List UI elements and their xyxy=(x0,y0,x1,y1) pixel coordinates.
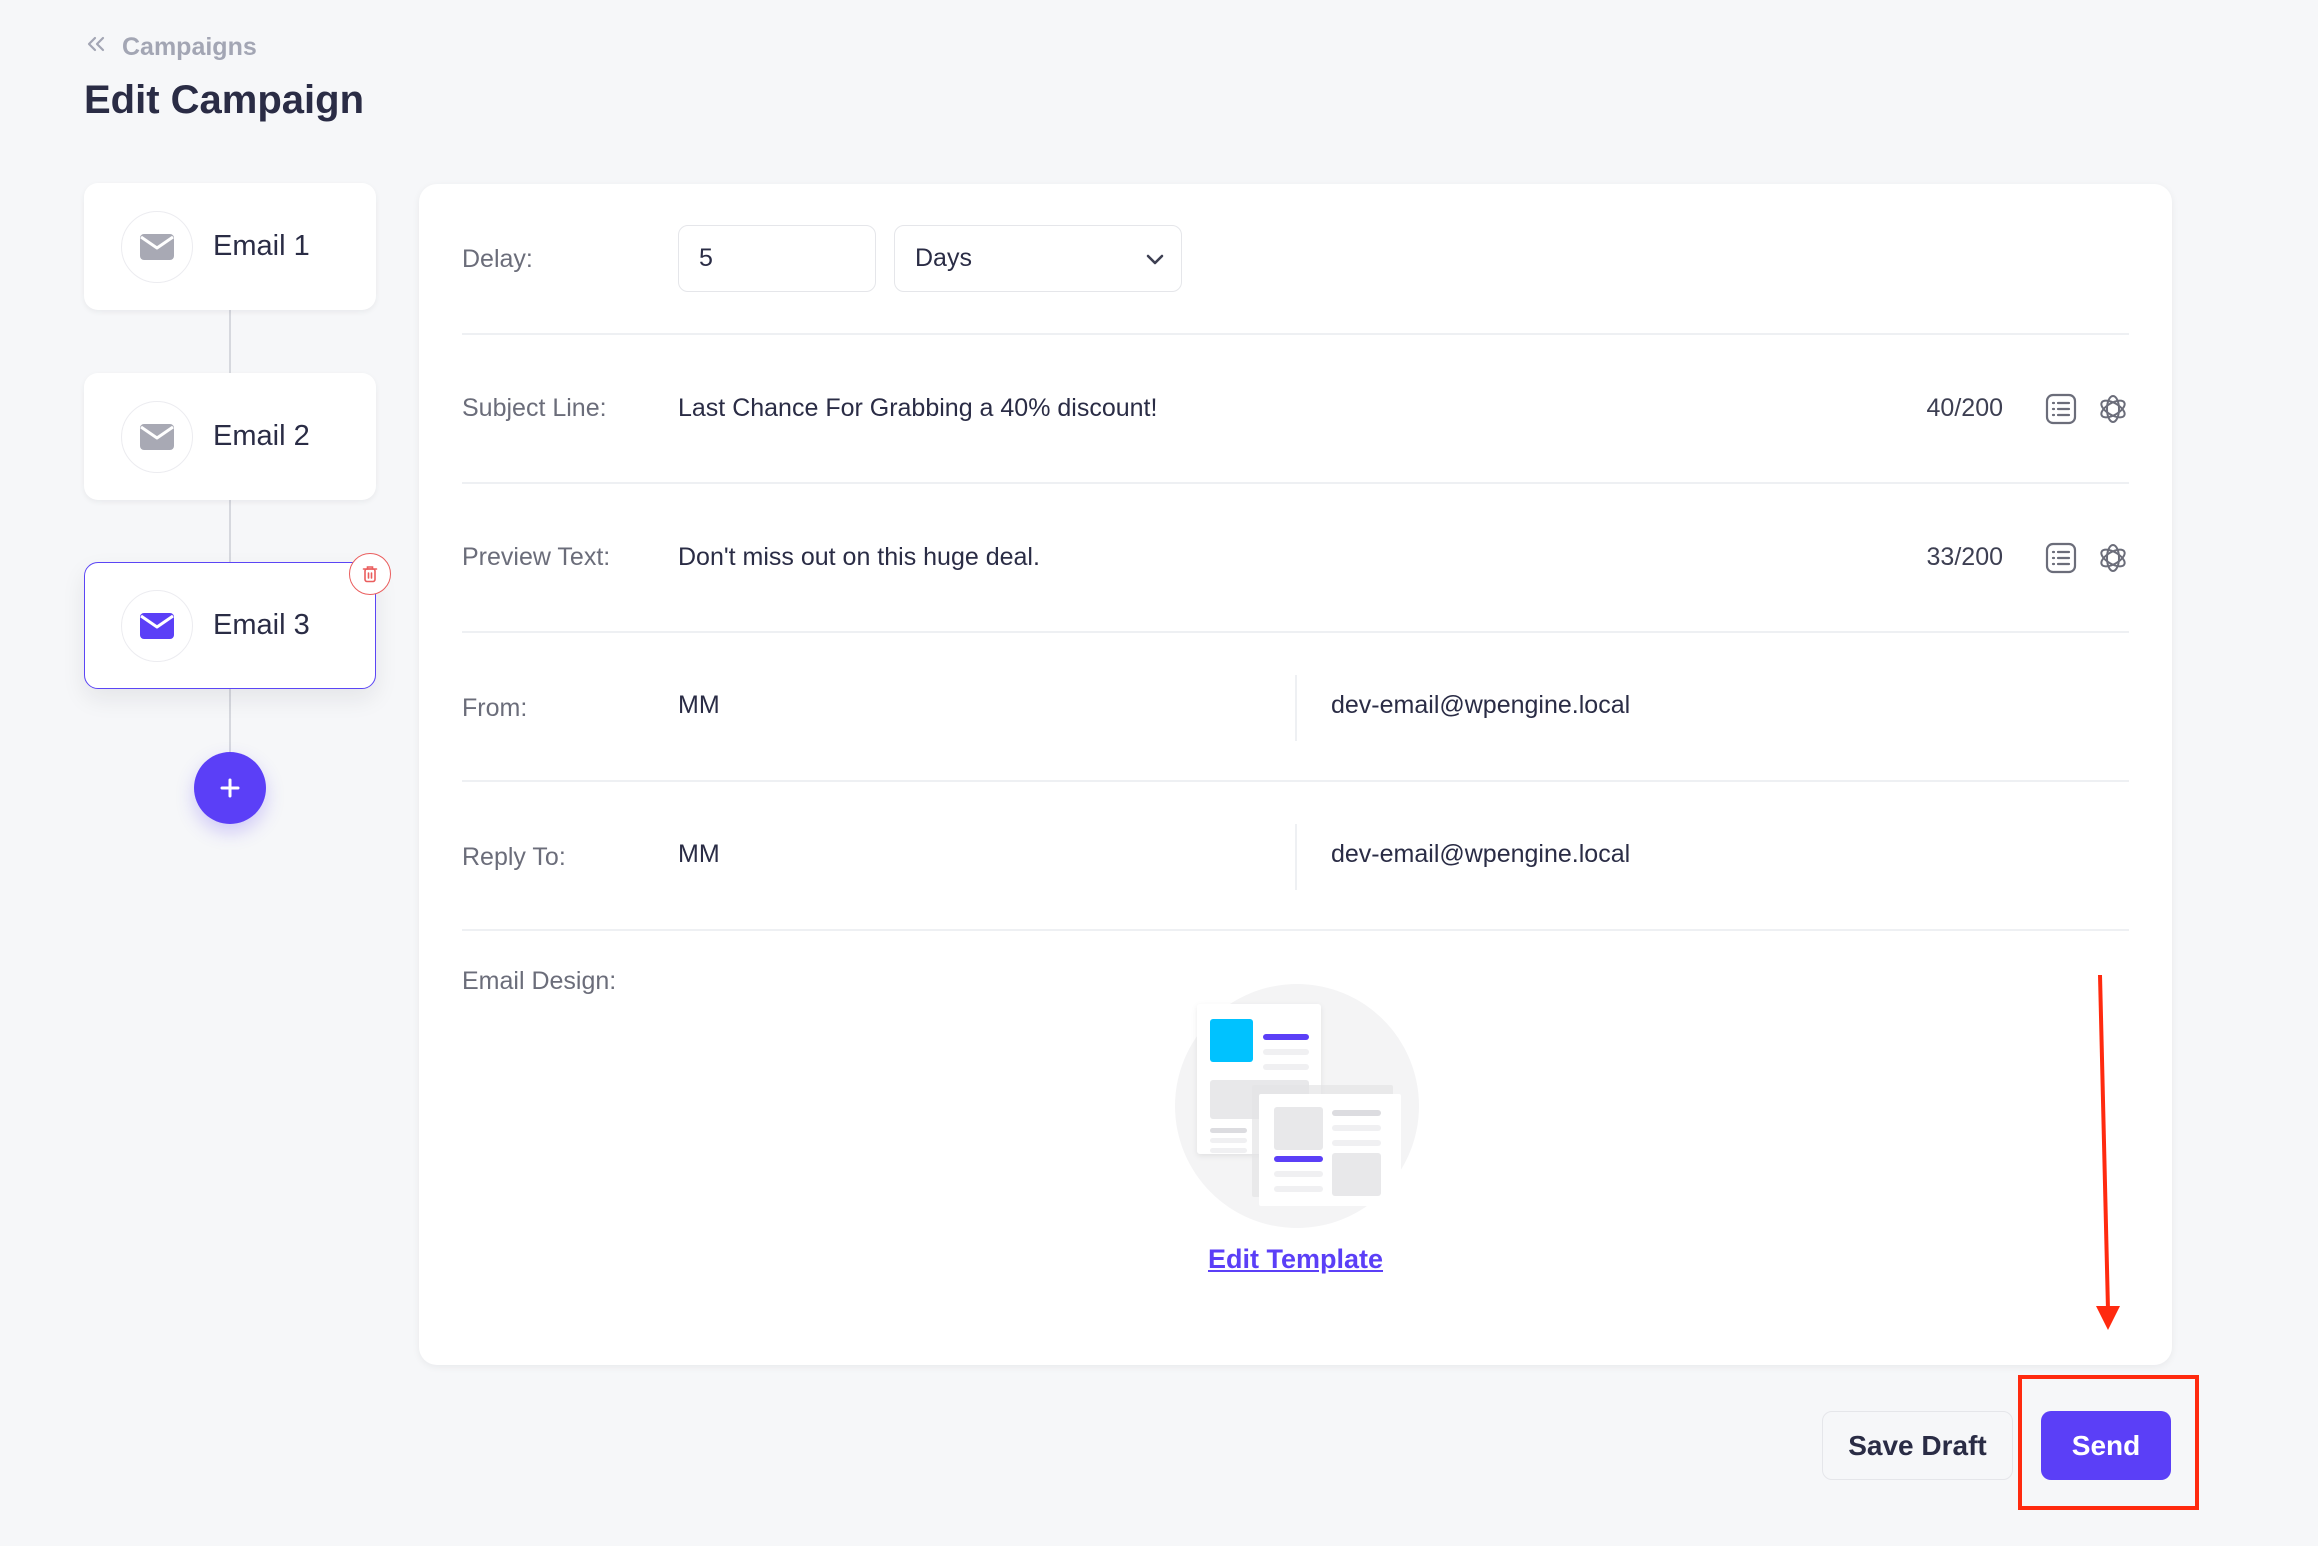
trash-icon xyxy=(362,566,378,583)
email-icon-circle xyxy=(121,589,193,662)
list-icon xyxy=(2045,542,2077,574)
list-icon xyxy=(2045,393,2077,425)
merge-tags-button[interactable] xyxy=(2043,391,2079,427)
plus-icon xyxy=(220,778,240,798)
sequence-email-1[interactable]: Email 1 xyxy=(84,183,376,310)
preview-char-counter: 33/200 xyxy=(1926,543,2003,571)
email-label: Email 1 xyxy=(213,230,310,262)
preview-input[interactable]: Don't miss out on this huge deal. xyxy=(678,543,1040,572)
sequence-connector xyxy=(229,688,231,758)
ai-assist-button[interactable] xyxy=(2095,391,2131,427)
ai-assist-button[interactable] xyxy=(2095,540,2131,576)
sequence-connector xyxy=(229,500,231,565)
subject-row: Subject Line: Last Chance For Grabbing a… xyxy=(462,335,2129,484)
reply-to-label: Reply To: xyxy=(462,843,566,871)
email-settings-card: Delay: Days Subject Line: Last Chance Fo… xyxy=(419,184,2172,1365)
breadcrumb-campaigns-link[interactable]: Campaigns xyxy=(122,33,257,62)
email-design-label: Email Design: xyxy=(462,967,617,995)
ai-sparkle-icon xyxy=(2100,544,2126,572)
envelope-icon xyxy=(140,233,174,260)
edit-template-container: Edit Template xyxy=(419,1244,2172,1275)
from-row: From: MM dev-email@wpengine.local xyxy=(462,633,2129,782)
save-draft-button[interactable]: Save Draft xyxy=(1822,1411,2013,1480)
from-name-input[interactable]: MM xyxy=(678,691,720,720)
add-email-button[interactable] xyxy=(194,752,266,824)
delay-row: Delay: Days xyxy=(462,184,2129,335)
ai-sparkle-icon xyxy=(2100,395,2126,423)
sequence-email-2[interactable]: Email 2 xyxy=(84,373,376,500)
field-divider xyxy=(1295,824,1297,890)
chevron-down-icon xyxy=(1146,254,1164,264)
preview-label: Preview Text: xyxy=(462,543,611,571)
email-icon-circle xyxy=(121,400,193,473)
sequence-connector xyxy=(229,310,231,380)
subject-char-counter: 40/200 xyxy=(1926,394,2003,422)
delay-label: Delay: xyxy=(462,245,533,273)
delay-amount-input[interactable] xyxy=(678,225,876,292)
email-icon-circle xyxy=(121,210,193,283)
email-label: Email 2 xyxy=(213,420,310,452)
template-preview-illustration[interactable] xyxy=(1175,984,1419,1228)
reply-to-row: Reply To: MM dev-email@wpengine.local xyxy=(462,782,2129,931)
double-chevron-left-icon xyxy=(84,32,108,63)
breadcrumb[interactable]: Campaigns xyxy=(84,32,257,63)
from-label: From: xyxy=(462,694,528,722)
reply-to-email-input[interactable]: dev-email@wpengine.local xyxy=(1331,840,1630,869)
subject-label: Subject Line: xyxy=(462,394,607,422)
send-button[interactable]: Send xyxy=(2041,1411,2171,1480)
from-email-input[interactable]: dev-email@wpengine.local xyxy=(1331,691,1630,720)
delay-unit-select[interactable]: Days xyxy=(894,225,1182,292)
subject-input[interactable]: Last Chance For Grabbing a 40% discount! xyxy=(678,394,1157,423)
email-label: Email 3 xyxy=(213,609,310,641)
delay-unit-value: Days xyxy=(915,244,972,272)
merge-tags-button[interactable] xyxy=(2043,540,2079,576)
sequence-email-3[interactable]: Email 3 xyxy=(84,553,391,689)
delete-email-button[interactable] xyxy=(349,553,391,595)
edit-template-link[interactable]: Edit Template xyxy=(1208,1244,1383,1274)
page-title: Edit Campaign xyxy=(84,78,365,122)
preview-row: Preview Text: Don't miss out on this hug… xyxy=(462,484,2129,633)
field-divider xyxy=(1295,675,1297,741)
reply-to-name-input[interactable]: MM xyxy=(678,840,720,869)
envelope-icon xyxy=(140,612,174,639)
envelope-icon xyxy=(140,423,174,450)
